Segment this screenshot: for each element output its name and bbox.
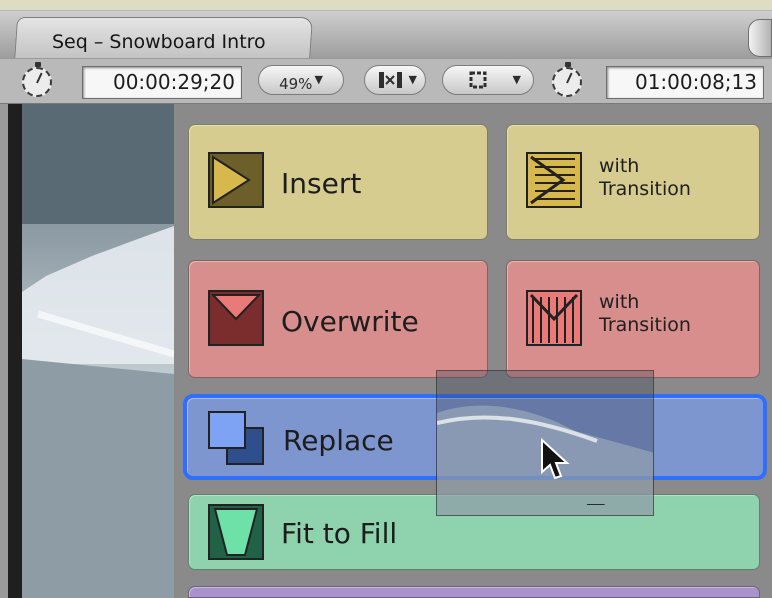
mouse-cursor-icon (541, 438, 570, 480)
chevron-down-icon: ▼ (408, 73, 417, 86)
duration-clock-icon (552, 62, 582, 97)
tab-bar: Seq – Snowboard Intro (0, 10, 772, 61)
chevron-down-icon: ▼ (512, 73, 521, 86)
superimpose-button[interactable] (188, 586, 760, 598)
overwrite-icon (208, 290, 264, 346)
fit-to-fill-label: Fit to Fill (281, 517, 398, 550)
snowboard-image (22, 104, 174, 598)
overwrite-with-transition-line2: Transition (599, 314, 691, 336)
insert-button[interactable]: Insert (188, 124, 488, 240)
sequence-tab-label: Seq – Snowboard Intro (52, 31, 266, 53)
current-time-clock-icon (22, 62, 52, 97)
insert-label: Insert (281, 167, 362, 200)
window-control-knob[interactable] (748, 19, 772, 57)
insert-icon (208, 152, 264, 208)
current-timecode-field[interactable]: 00:00:29;20 (82, 66, 242, 99)
overwrite-with-transition-line1: with (599, 291, 640, 313)
final-cut-canvas-window: { "sequence_tab": { "label": "Seq – Snow… (0, 0, 772, 598)
overwrite-label: Overwrite (281, 305, 419, 338)
viewer-edge (8, 104, 22, 598)
canvas-video-frame (22, 104, 174, 598)
clip-thumbnail-caption: ــــــ (587, 497, 605, 508)
insert-with-transition-line1: with (599, 155, 640, 177)
canvas-toolbar: 00:00:29;20 49% ▼ ▼ ▼ 01:00:08;13 (0, 58, 772, 104)
top-strip (0, 0, 772, 10)
overwrite-with-transition-icon (526, 290, 582, 346)
replace-icon (208, 411, 264, 465)
overwrite-with-transition-button[interactable]: with Transition (506, 260, 760, 378)
insert-with-transition-label: with Transition (599, 155, 691, 201)
zoom-popup[interactable]: 49% ▼ (258, 65, 344, 95)
overwrite-with-transition-label: with Transition (599, 291, 691, 337)
duration-timecode-field[interactable]: 01:00:08;13 (606, 66, 764, 99)
replace-label: Replace (283, 424, 394, 457)
insert-with-transition-line2: Transition (599, 178, 691, 200)
zoom-value: 49% (279, 75, 313, 93)
left-rail (0, 104, 8, 598)
insert-with-transition-button[interactable]: with Transition (506, 124, 760, 240)
overlay-options-popup[interactable]: ▼ (442, 65, 534, 95)
overlay-options-icon (469, 71, 487, 89)
view-options-icon (379, 72, 402, 88)
view-options-popup[interactable]: ▼ (364, 65, 426, 95)
fit-to-fill-icon (208, 504, 264, 560)
overwrite-button[interactable]: Overwrite (188, 260, 488, 378)
chevron-down-icon: ▼ (314, 73, 323, 86)
insert-with-transition-icon (526, 152, 582, 208)
